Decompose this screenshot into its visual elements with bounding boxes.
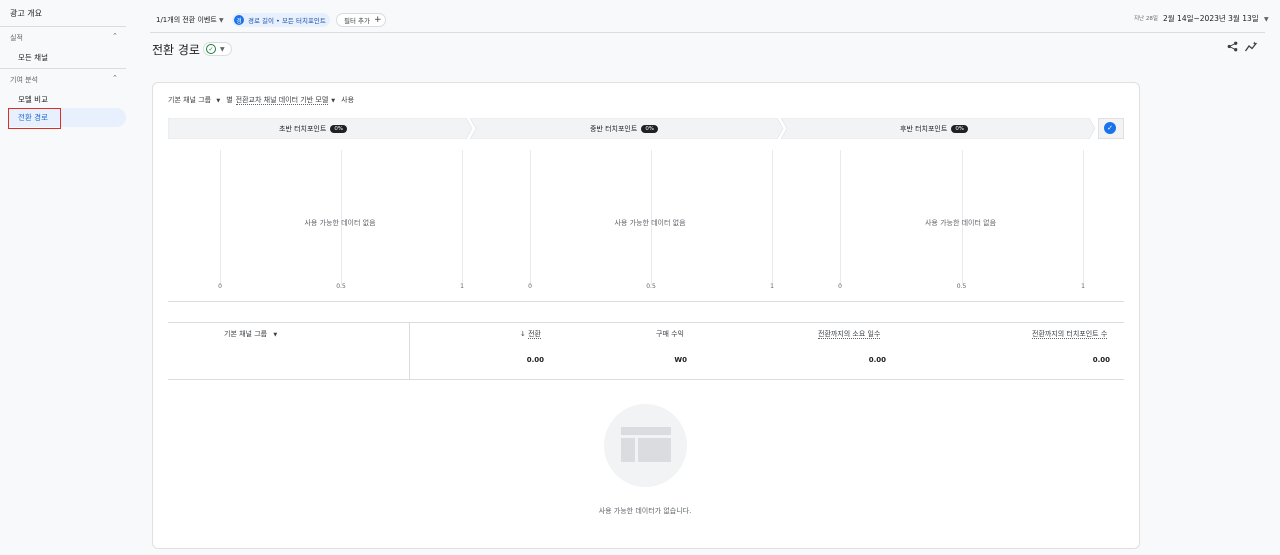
caret-down-icon: ▼ <box>273 332 278 338</box>
model-selector[interactable]: 전환교차 채널 데이터 기반 모델 ▼ <box>235 96 338 105</box>
filter-chip-icon: 경 <box>234 15 244 25</box>
page-title: 전환 경로 <box>152 43 200 57</box>
event-selector-label: 1/1개의 전환 이벤트 <box>156 16 217 24</box>
status-badge[interactable]: ✓ ▼ <box>203 42 232 56</box>
dimension-selector[interactable]: 기본 채널 그룹 ▼ <box>168 96 223 104</box>
sort-arrow-down-icon: ↓ <box>520 330 526 338</box>
empty-state-illustration <box>604 404 687 487</box>
table-top-border <box>168 322 1124 323</box>
axis-tick-label: 1 <box>1081 283 1085 290</box>
check-circle-icon: ✓ <box>206 44 216 54</box>
column-conversions-label: 전환 <box>528 330 541 339</box>
sidebar-item-model-comparison[interactable]: 모델 비교 <box>18 94 48 105</box>
chart-gridline <box>220 150 221 285</box>
filter-chip-label: 경로 길이 • 모든 터치포인트 <box>248 17 326 25</box>
caret-down-icon: ▼ <box>216 98 221 104</box>
axis-tick-label: 0 <box>838 283 842 290</box>
config-line: 기본 채널 그룹 ▼ 별 전환교차 채널 데이터 기반 모델 ▼ 사용 <box>168 95 357 105</box>
total-days: 0.00 <box>868 356 886 364</box>
sidebar-section-attribution[interactable]: 기여 분석 <box>10 75 38 85</box>
column-header-days[interactable]: 전환까지의 소요 일수 <box>818 329 881 339</box>
total-revenue: W0 <box>674 356 687 364</box>
chart-gridline <box>840 150 841 285</box>
add-filter-label: 필터 추가 <box>344 17 370 25</box>
add-filter-button[interactable]: 필터 추가 + <box>336 13 386 27</box>
sidebar-item-ads-overview[interactable]: 광고 개요 <box>10 8 42 19</box>
empty-state-message: 사용 가능한 데이터가 없습니다. <box>598 507 692 515</box>
empty-illustration-bar <box>638 438 671 462</box>
empty-illustration-bar <box>621 438 635 462</box>
total-touchpoints: 0.00 <box>1092 356 1110 364</box>
chart-gridline <box>1083 150 1084 285</box>
date-prefix: 지난 28일 <box>1134 16 1158 22</box>
table-dimension-label: 기본 채널 그룹 <box>224 330 268 338</box>
sidebar-item-all-channels[interactable]: 모든 채널 <box>18 52 48 63</box>
column-header-conversions[interactable]: ↓ 전환 <box>520 329 541 339</box>
axis-tick-label: 0 <box>218 283 222 290</box>
axis-tick-label: 0.5 <box>646 283 656 290</box>
no-data-label: 사용 가능한 데이터 없음 <box>924 219 997 227</box>
caret-down-icon: ▼ <box>1264 16 1269 23</box>
stage-middle-label: 중반 터치포인트 <box>590 125 638 133</box>
sidebar-divider <box>0 68 126 69</box>
stage-middle-pct: 0% <box>641 125 659 133</box>
stage-middle: 중반 터치포인트 0% <box>590 124 659 134</box>
dimension-label: 기본 채널 그룹 <box>168 96 212 104</box>
no-data-label: 사용 가능한 데이터 없음 <box>614 219 686 227</box>
caret-down-icon: ▼ <box>220 45 225 53</box>
total-conversions: 0.00 <box>526 356 544 364</box>
stage-early: 초반 터치포인트 0% <box>279 124 348 134</box>
stage-late-label: 후반 터치포인트 <box>900 125 948 133</box>
highlight-box <box>8 108 61 129</box>
plus-icon: + <box>374 15 382 25</box>
sidebar-section-performance[interactable]: 실적 <box>10 33 23 43</box>
chevron-up-icon[interactable]: ⌃ <box>112 32 118 40</box>
axis-tick-label: 0 <box>528 283 532 290</box>
chart-gridline <box>530 150 531 285</box>
stage-late-pct: 0% <box>951 125 969 133</box>
config-separator: 별 <box>226 96 233 104</box>
table-dimension-header[interactable]: 기본 채널 그룹 ▼ <box>224 329 277 339</box>
stage-early-pct: 0% <box>330 125 348 133</box>
caret-down-icon: ▼ <box>331 98 336 104</box>
sidebar-divider <box>0 26 126 27</box>
filter-chip[interactable]: 경 경로 길이 • 모든 터치포인트 <box>232 13 330 27</box>
date-range-label: 2월 14일~2023년 3월 13일 <box>1163 14 1259 23</box>
table-column-divider <box>409 322 410 380</box>
date-range-picker[interactable]: 2월 14일~2023년 3월 13일 ▼ <box>1163 13 1269 24</box>
config-suffix: 사용 <box>341 96 355 104</box>
axis-tick-label: 0.5 <box>956 283 967 290</box>
share-icon[interactable] <box>1227 41 1238 52</box>
stage-late: 후반 터치포인트 0% <box>900 124 969 134</box>
column-header-revenue[interactable]: 구매 수익 <box>656 329 684 339</box>
insights-icon[interactable] <box>1245 41 1257 52</box>
sidebar: 광고 개요 실적 ⌃ 모든 채널 기여 분석 ⌃ 모델 비교 전환 경로 <box>0 0 130 555</box>
event-selector[interactable]: 1/1개의 전환 이벤트 ▼ <box>156 15 224 25</box>
chart-gridline <box>772 150 773 285</box>
table-bottom-border <box>168 379 1124 380</box>
axis-tick-label: 1 <box>770 283 774 290</box>
chart-divider <box>168 301 1124 302</box>
caret-down-icon: ▼ <box>219 17 224 24</box>
axis-tick-label: 0.5 <box>336 283 346 290</box>
stage-early-label: 초반 터치포인트 <box>279 125 327 133</box>
model-label: 전환교차 채널 데이터 기반 모델 <box>235 96 329 105</box>
conversion-check-icon: ✓ <box>1104 122 1116 134</box>
chart-gridline <box>462 150 463 285</box>
column-header-touchpoints[interactable]: 전환까지의 터치포인트 수 <box>1032 329 1108 339</box>
column-days-label: 전환까지의 소요 일수 <box>818 330 881 339</box>
header-divider <box>150 32 1265 33</box>
chevron-up-icon[interactable]: ⌃ <box>112 74 118 82</box>
empty-illustration-bar <box>621 427 671 435</box>
no-data-label: 사용 가능한 데이터 없음 <box>304 219 376 227</box>
column-touchpoints-label: 전환까지의 터치포인트 수 <box>1032 330 1108 339</box>
axis-tick-label: 1 <box>460 283 464 290</box>
